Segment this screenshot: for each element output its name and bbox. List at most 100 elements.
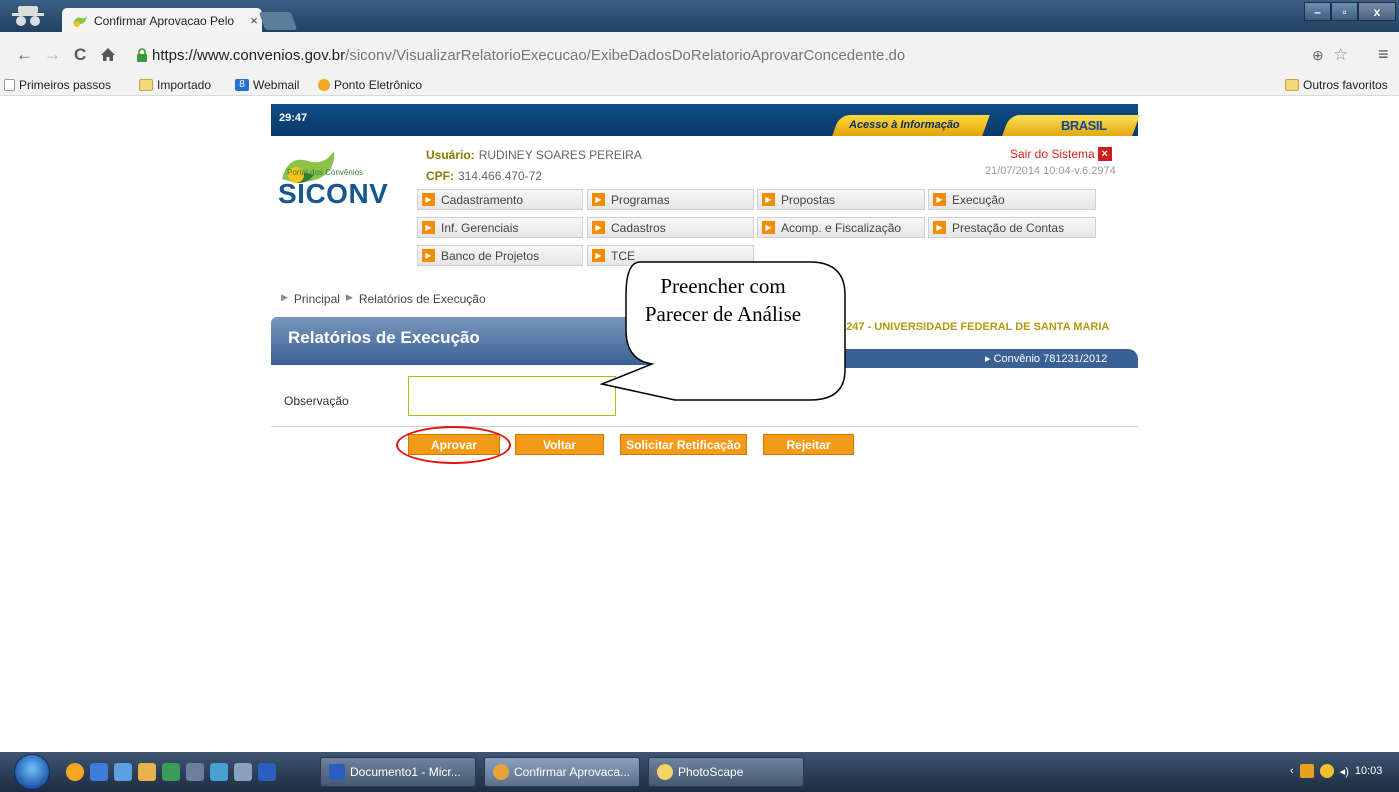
url-path: /siconv/VisualizarRelatorioExecucao/Exib… bbox=[345, 46, 906, 64]
reload-icon[interactable]: C bbox=[74, 45, 86, 65]
arrow-icon: ▶ bbox=[933, 221, 946, 234]
home-icon[interactable] bbox=[100, 47, 116, 62]
bookmark-ponto[interactable]: Ponto Eletrônico bbox=[318, 78, 422, 92]
system-tray: ‹ ◂) 10:03 bbox=[1290, 764, 1382, 778]
voltar-button[interactable]: Voltar bbox=[515, 434, 604, 455]
menu-label: Propostas bbox=[781, 192, 836, 207]
page-icon bbox=[4, 79, 15, 91]
arrow-icon: ▶ bbox=[762, 193, 775, 206]
close-icon: × bbox=[1097, 147, 1112, 161]
bookmark-primeiros-passos[interactable]: Primeiros passos bbox=[4, 78, 111, 92]
convenio-label: ▸ Convênio 781231/2012 bbox=[985, 353, 1108, 365]
cpf-label: CPF: bbox=[426, 169, 454, 183]
bookmark-label: Outros favoritos bbox=[1303, 78, 1388, 92]
logout-label: Sair do Sistema bbox=[1010, 147, 1095, 161]
star-icon[interactable]: ☆ bbox=[1333, 45, 1348, 65]
app-icon[interactable] bbox=[234, 763, 252, 781]
bookmark-outros[interactable]: Outros favoritos bbox=[1285, 78, 1388, 92]
explorer-icon[interactable] bbox=[138, 763, 156, 781]
date-version: 21/07/2014 10:04-v.6.2974 bbox=[985, 165, 1116, 177]
zoom-icon[interactable]: ⊕ bbox=[1312, 47, 1324, 64]
divider bbox=[271, 426, 1139, 427]
app-icon[interactable] bbox=[258, 763, 276, 781]
tray-app-icon[interactable] bbox=[1299, 764, 1314, 778]
rejeitar-button[interactable]: Rejeitar bbox=[763, 434, 854, 455]
menu-label: Execução bbox=[952, 192, 1005, 207]
new-tab-button[interactable] bbox=[258, 12, 298, 30]
observacao-textarea[interactable] bbox=[408, 376, 616, 416]
volume-icon[interactable]: ◂) bbox=[1340, 765, 1349, 778]
menu-propostas[interactable]: ▶ Propostas bbox=[757, 189, 925, 210]
task-confirmar[interactable]: Confirmar Aprovaca... bbox=[484, 757, 640, 787]
solicitar-retificacao-button[interactable]: Solicitar Retificação bbox=[620, 434, 747, 455]
menu-banco-projetos[interactable]: ▶ Banco de Projetos bbox=[417, 245, 583, 266]
chrome-icon[interactable] bbox=[66, 763, 84, 781]
menu-execucao[interactable]: ▶ Execução bbox=[928, 189, 1096, 210]
bookmark-label: Importado bbox=[157, 78, 212, 92]
cpf-value: 314.466.470-72 bbox=[458, 169, 543, 183]
menu-inf-gerenciais[interactable]: ▶ Inf. Gerenciais bbox=[417, 217, 583, 238]
browser-tab[interactable]: Confirmar Aprovacao Pelo × bbox=[62, 8, 262, 33]
arrow-icon: ▶ bbox=[422, 249, 435, 262]
bookmark-importado[interactable]: Importado bbox=[139, 78, 211, 92]
back-icon[interactable]: ← bbox=[16, 45, 33, 65]
menu-label: Inf. Gerenciais bbox=[441, 220, 519, 235]
user-name: RUDINEY SOARES PEREIRA bbox=[478, 148, 642, 162]
acesso-informacao-label[interactable]: Acesso à Informação bbox=[849, 119, 960, 131]
maximize-button[interactable]: ▫ bbox=[1331, 2, 1358, 21]
task-photoscape[interactable]: PhotoScape bbox=[648, 757, 804, 787]
page-title: Relatórios de Execução bbox=[288, 328, 480, 347]
task-label: Confirmar Aprovaca... bbox=[514, 765, 631, 779]
arrow-icon: ▶ bbox=[422, 193, 435, 206]
bookmark-label: Webmail bbox=[253, 78, 300, 92]
arrow-icon: ▶ bbox=[592, 221, 605, 234]
breadcrumb-arrow-icon: ▶ bbox=[345, 292, 353, 302]
windows-taskbar: Documento1 - Micr... Confirmar Aprovaca.… bbox=[0, 752, 1399, 792]
logout-link[interactable]: Sair do Sistema × bbox=[1010, 147, 1112, 161]
bookmark-webmail[interactable]: 8 Webmail bbox=[235, 78, 299, 92]
word-icon bbox=[329, 764, 345, 780]
breadcrumb-relatorios[interactable]: Relatórios de Execução bbox=[359, 292, 486, 306]
menu-prestacao-contas[interactable]: ▶ Prestação de Contas bbox=[928, 217, 1096, 238]
minimize-button[interactable]: – bbox=[1304, 2, 1331, 21]
menu-cadastros[interactable]: ▶ Cadastros bbox=[587, 217, 754, 238]
chevron-left-icon[interactable]: ‹ bbox=[1290, 765, 1294, 777]
ie-icon[interactable] bbox=[90, 763, 108, 781]
web-page: 29:47 Acesso à Informação BRASIL Portal … bbox=[0, 96, 1399, 752]
siconv-favicon-icon bbox=[73, 15, 87, 27]
menu-acomp-fiscalizacao[interactable]: ▶ Acomp. e Fiscalização bbox=[757, 217, 925, 238]
logo-text: SICONV bbox=[278, 178, 389, 209]
arrow-icon: ▶ bbox=[422, 221, 435, 234]
task-documento1[interactable]: Documento1 - Micr... bbox=[320, 757, 476, 787]
task-label: PhotoScape bbox=[678, 765, 744, 779]
menu-icon[interactable]: ≡ bbox=[1378, 44, 1389, 65]
task-label: Documento1 - Micr... bbox=[350, 765, 461, 779]
clock[interactable]: 10:03 bbox=[1355, 765, 1383, 777]
menu-label: Cadastros bbox=[611, 220, 666, 235]
menu-label: Cadastramento bbox=[441, 192, 524, 207]
brasil-label: BRASIL bbox=[1061, 118, 1107, 133]
menu-programas[interactable]: ▶ Programas bbox=[587, 189, 754, 210]
excel-icon[interactable] bbox=[162, 763, 180, 781]
start-button[interactable] bbox=[14, 754, 50, 790]
logo-subtitle: Portal dos Convênios bbox=[287, 168, 364, 177]
url-host: https://www.convenios.gov.br bbox=[152, 46, 346, 64]
breadcrumb: ▶ Principal ▶ Relatórios de Execução bbox=[281, 292, 486, 306]
app-icon[interactable] bbox=[114, 763, 132, 781]
breadcrumb-principal[interactable]: Principal bbox=[294, 292, 340, 306]
tray-app-icon[interactable] bbox=[1319, 764, 1334, 778]
browser-titlebar: Confirmar Aprovacao Pelo × – ▫ x bbox=[0, 0, 1399, 33]
address-bar[interactable]: https://www.convenios.gov.br/siconv/Visu… bbox=[136, 42, 1306, 68]
bookmarks-bar: Primeiros passos Importado 8 Webmail Pon… bbox=[0, 76, 1399, 96]
lock-icon bbox=[137, 48, 147, 62]
cpf-info: CPF: 314.466.470-72 bbox=[426, 169, 542, 183]
chrome-icon bbox=[493, 764, 509, 780]
menu-label: Prestação de Contas bbox=[952, 220, 1065, 235]
app-icon[interactable] bbox=[210, 763, 228, 781]
forward-icon[interactable]: → bbox=[44, 45, 61, 65]
menu-cadastramento[interactable]: ▶ Cadastramento bbox=[417, 189, 583, 210]
gov-bar: 29:47 Acesso à Informação BRASIL bbox=[271, 104, 1140, 136]
close-window-button[interactable]: x bbox=[1358, 2, 1396, 21]
app-icon[interactable] bbox=[186, 763, 204, 781]
aprovar-highlight-annotation bbox=[396, 426, 511, 464]
